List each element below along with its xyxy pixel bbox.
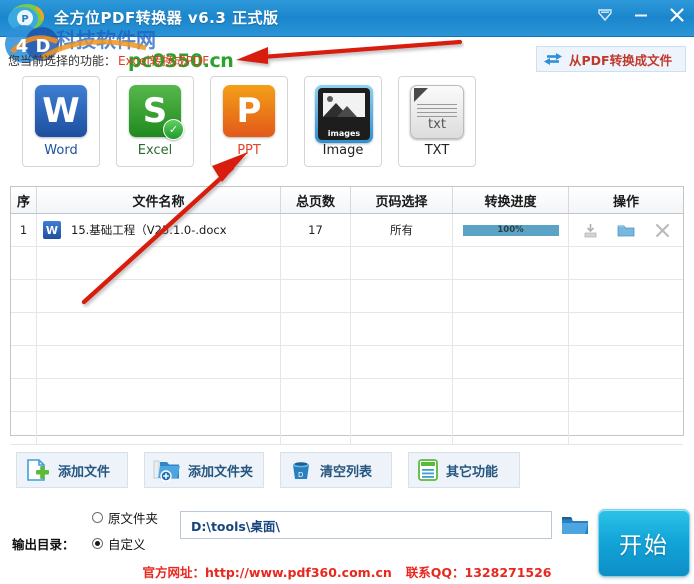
annotation-arrow-top <box>236 39 463 64</box>
add-folder-icon <box>153 460 180 482</box>
output-dir-label: 输出目录： <box>12 537 75 552</box>
progress-bar: 100% <box>462 224 559 236</box>
radio-custom-folder[interactable]: 自定义 <box>92 534 158 553</box>
format-label-word: Word <box>44 143 78 158</box>
minimize-button[interactable] <box>630 3 652 27</box>
cell-filename-text: 15.基础工程（V25.1.0-.docx <box>71 223 227 237</box>
clear-list-button[interactable]: D 清空列表 <box>280 452 393 488</box>
add-file-icon <box>27 459 49 481</box>
other-functions-button[interactable]: 其它功能 <box>408 452 521 488</box>
format-label-image: Image <box>322 143 364 158</box>
column-header-index: 序 <box>11 187 37 213</box>
file-list-table: 序 文件名称 总页数 页码选择 转换进度 操作 1 W 15.基础工程（V25.… <box>10 186 684 445</box>
other-functions-label: 其它功能 <box>446 464 499 480</box>
start-button-label: 开始 <box>619 533 669 559</box>
add-folder-button[interactable]: 添加文件夹 <box>144 452 265 488</box>
word-icon: W <box>33 83 89 139</box>
pdf-converter-window: P 全方位PDF转换器 v6.3 正式版 4 D 科技软件网 pc0350.cn… <box>0 0 694 584</box>
remove-icon[interactable] <box>653 221 671 239</box>
swap-arrows-icon <box>544 53 562 65</box>
browse-folder-button[interactable] <box>560 512 590 538</box>
minimize-icon <box>635 14 647 17</box>
from-pdf-label: 从PDF转换成文件 <box>569 52 673 68</box>
from-pdf-button[interactable]: 从PDF转换成文件 <box>536 46 686 72</box>
format-button-txt[interactable]: txt TXT <box>398 76 476 167</box>
cell-page-select[interactable]: 所有 <box>351 214 453 246</box>
format-button-image[interactable]: images Image <box>304 76 382 167</box>
excel-icon: S ✓ <box>127 83 184 140</box>
close-button[interactable] <box>666 3 688 27</box>
open-folder-icon[interactable] <box>617 221 635 239</box>
current-function-line: 您当前选择的功能： Excel转换成PDF <box>8 52 209 69</box>
output-dir-options: 原文件夹 自定义 <box>92 508 158 553</box>
title-bar: P 全方位PDF转换器 v6.3 正式版 <box>0 0 694 37</box>
save-icon[interactable] <box>581 221 599 239</box>
cell-actions <box>569 214 683 246</box>
action-buttons: 添加文件 添加文件夹 D 清空列表 其它功能 <box>16 452 521 488</box>
cell-filename: W 15.基础工程（V25.1.0-.docx <box>37 214 281 246</box>
column-header-filename: 文件名称 <box>37 187 281 213</box>
current-function-value: Excel转换成PDF <box>118 54 210 68</box>
column-header-progress: 转换进度 <box>453 187 569 213</box>
current-function-label: 您当前选择的功能： <box>8 54 117 68</box>
close-icon <box>670 8 684 22</box>
cell-pages: 17 <box>281 214 351 246</box>
selected-check-icon: ✓ <box>163 119 184 140</box>
format-label-excel: Excel <box>137 143 173 158</box>
image-icon: images <box>315 83 373 143</box>
cell-index: 1 <box>11 214 37 246</box>
image-icon-caption: images <box>327 129 361 138</box>
footer-site-url[interactable]: http://www.pdf360.com.cn <box>205 565 392 580</box>
column-header-pages: 总页数 <box>281 187 351 213</box>
format-buttons: W Word S ✓ Excel P PPT images Image txt … <box>22 76 476 167</box>
window-title: 全方位PDF转换器 v6.3 正式版 <box>54 9 279 27</box>
footer-site-label: 官方网址： <box>142 565 205 580</box>
radio-custom-folder-label: 自定义 <box>108 537 146 552</box>
cell-progress: 100% <box>453 214 569 246</box>
format-button-word[interactable]: W Word <box>22 76 100 167</box>
table-empty-row <box>11 247 683 280</box>
format-button-ppt[interactable]: P PPT <box>210 76 288 167</box>
output-path-input[interactable]: D:\tools\桌面\ <box>180 511 552 539</box>
ppt-icon: P <box>221 83 277 139</box>
add-file-button[interactable]: 添加文件 <box>16 452 128 488</box>
table-empty-row <box>11 313 683 346</box>
radio-original-folder-dot <box>92 512 103 523</box>
format-button-excel[interactable]: S ✓ Excel <box>116 76 194 167</box>
add-folder-label: 添加文件夹 <box>188 464 254 480</box>
output-path-value: D:\tools\桌面\ <box>191 518 280 534</box>
window-controls <box>594 3 688 27</box>
footer-info: 官方网址：http://www.pdf360.com.cn 联系QQ：132827… <box>0 562 694 581</box>
app-logo-icon: P <box>8 4 44 31</box>
footer-qq-number: 1328271526 <box>464 565 552 580</box>
word-doc-icon: W <box>43 221 61 239</box>
txt-icon: txt <box>409 83 465 139</box>
table-empty-row <box>11 379 683 412</box>
svg-text:P: P <box>21 14 28 25</box>
collapse-button[interactable] <box>594 3 616 27</box>
column-header-actions: 操作 <box>612 194 639 210</box>
table-empty-row <box>11 346 683 379</box>
radio-original-folder-label: 原文件夹 <box>108 511 159 526</box>
clear-list-label: 清空列表 <box>320 464 373 480</box>
add-file-label: 添加文件 <box>58 464 111 480</box>
radio-custom-folder-dot <box>92 538 103 549</box>
radio-original-folder[interactable]: 原文件夹 <box>92 508 158 527</box>
format-label-txt: TXT <box>424 143 450 158</box>
chevron-down-icon <box>598 9 612 22</box>
column-header-page-select: 页码选择 <box>351 187 453 213</box>
txt-icon-caption: txt <box>428 117 446 132</box>
table-empty-row <box>11 280 683 313</box>
footer-qq-label: 联系QQ： <box>405 565 465 580</box>
list-icon <box>418 459 438 481</box>
trash-icon: D <box>293 462 310 479</box>
table-empty-row <box>11 412 683 445</box>
progress-label: 100% <box>497 225 524 235</box>
table-header-row: 序 文件名称 总页数 页码选择 转换进度 操作 <box>11 187 683 214</box>
format-label-ppt: PPT <box>237 143 261 158</box>
table-row[interactable]: 1 W 15.基础工程（V25.1.0-.docx 17 所有 100% <box>11 214 683 247</box>
svg-text:D: D <box>298 471 303 479</box>
